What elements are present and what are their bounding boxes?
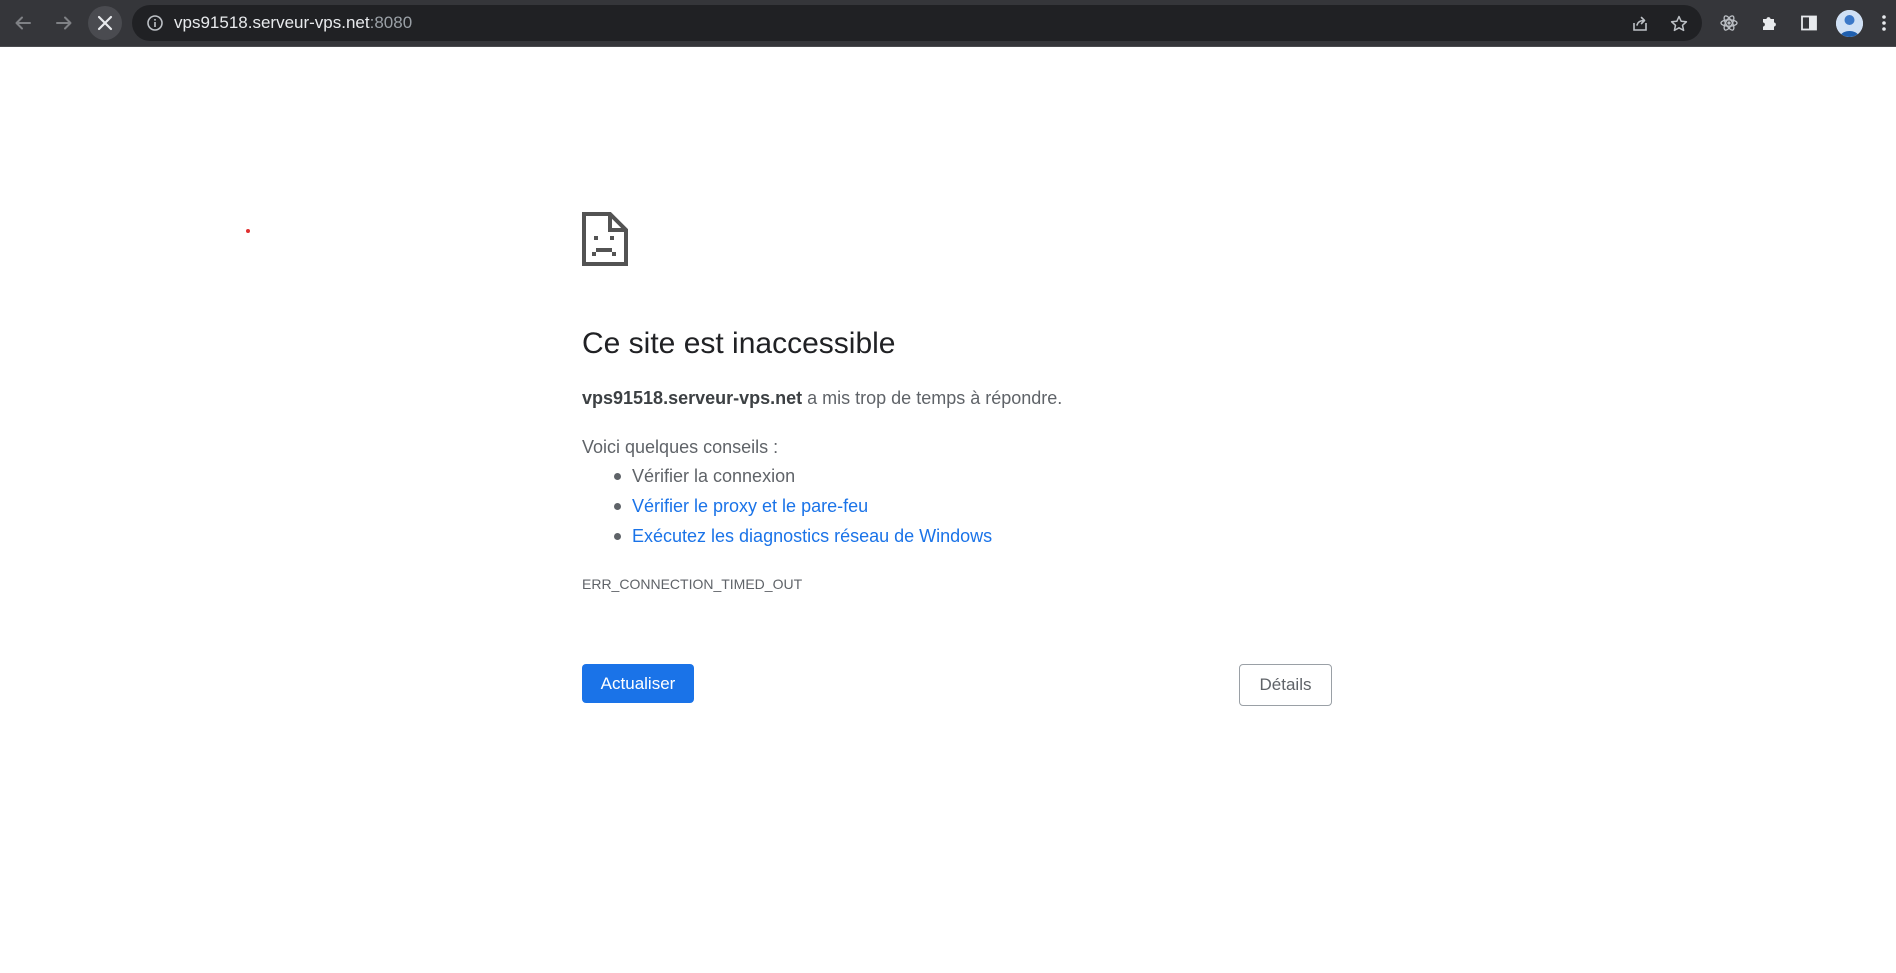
bullet xyxy=(614,473,621,480)
sad-page-icon xyxy=(582,212,628,266)
forward-arrow-icon xyxy=(56,16,72,30)
suggestions-heading: Voici quelques conseils : xyxy=(582,437,779,457)
share-icon[interactable] xyxy=(1630,14,1650,34)
url-port: :8080 xyxy=(369,13,413,32)
avatar[interactable] xyxy=(1836,10,1863,37)
reload-button[interactable]: Actualiser xyxy=(582,664,694,703)
star-icon[interactable] xyxy=(1669,14,1689,34)
site-info-icon[interactable] xyxy=(146,14,164,32)
back-button[interactable] xyxy=(6,6,40,40)
forward-button[interactable] xyxy=(47,6,81,40)
side-panel-icon[interactable] xyxy=(1799,13,1819,33)
browser-toolbar: vps91518.serveur-vps.net:8080 xyxy=(0,0,1896,47)
suggestion-check-proxy: Vérifier le proxy et le pare-feu xyxy=(582,494,992,524)
suggestion-label: Vérifier la connexion xyxy=(632,466,796,486)
profile-picture-icon xyxy=(1836,10,1863,37)
address-bar[interactable]: vps91518.serveur-vps.net:8080 xyxy=(132,5,1702,41)
puzzle-icon[interactable] xyxy=(1759,13,1779,33)
react-icon[interactable] xyxy=(1719,13,1739,33)
error-host: vps91518.serveur-vps.net xyxy=(582,388,803,408)
bullet xyxy=(614,503,621,510)
check-proxy-link[interactable]: Vérifier le proxy et le pare-feu xyxy=(632,496,868,516)
stop-loading-button[interactable] xyxy=(88,6,122,40)
cursor-dot xyxy=(246,229,250,233)
suggestions-list: Vérifier la connexion Vérifier le proxy … xyxy=(582,464,992,554)
run-diagnostics-link[interactable]: Exécutez les diagnostics réseau de Windo… xyxy=(632,526,992,546)
error-title: Ce site est inaccessible xyxy=(582,327,896,360)
suggestion-check-connection: Vérifier la connexion xyxy=(582,464,992,494)
error-summary: vps91518.serveur-vps.net a mis trop de t… xyxy=(582,386,1062,410)
details-button[interactable]: Détails xyxy=(1239,664,1332,706)
url-host: vps91518.serveur-vps.net xyxy=(174,13,370,32)
stop-loading-icon xyxy=(97,15,113,31)
url-text[interactable]: vps91518.serveur-vps.net:8080 xyxy=(174,14,412,32)
suggestion-run-diagnostics: Exécutez les diagnostics réseau de Windo… xyxy=(582,524,992,554)
kebab-menu-icon[interactable] xyxy=(1879,13,1889,33)
error-code: ERR_CONNECTION_TIMED_OUT xyxy=(582,576,803,592)
error-summary-text: a mis trop de temps à répondre. xyxy=(802,388,1063,408)
bullet xyxy=(614,533,621,540)
back-arrow-icon xyxy=(15,16,31,30)
